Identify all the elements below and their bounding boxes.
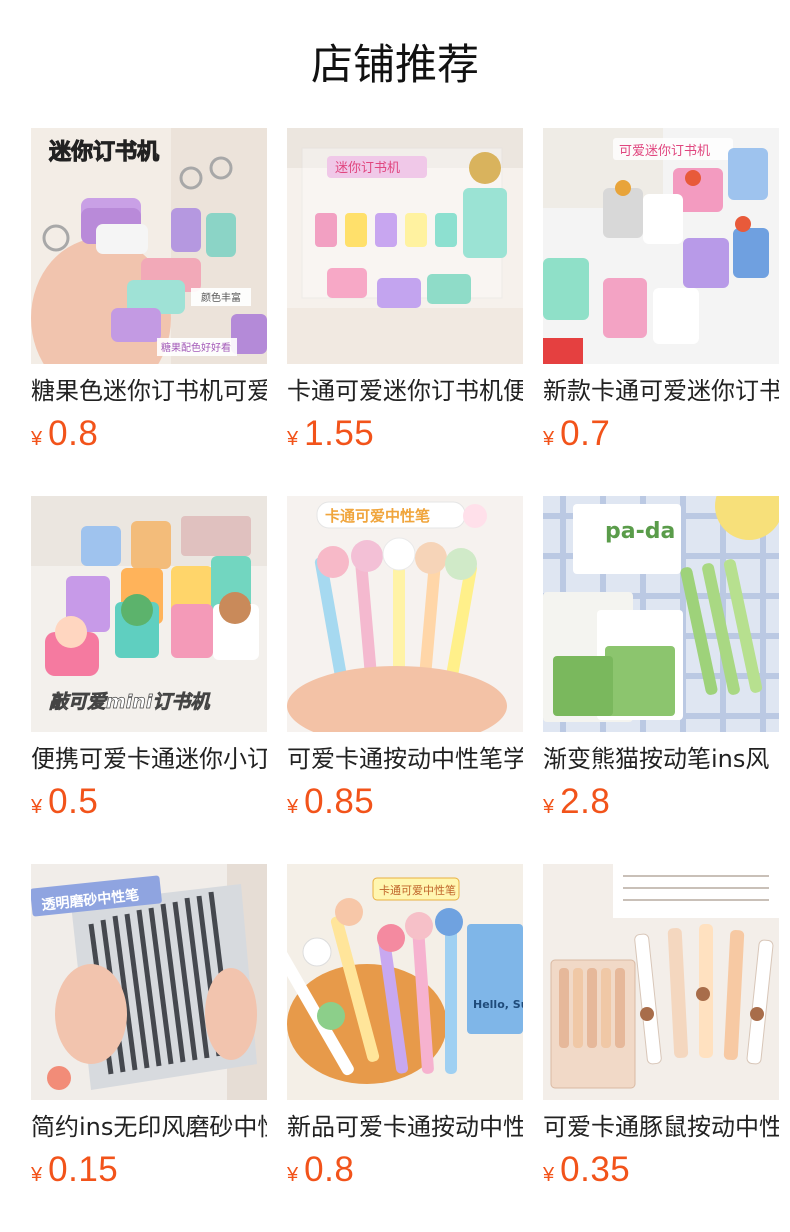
product-price: ¥0.5	[31, 782, 98, 826]
product-card[interactable]: 迷你订书机 卡通可爱迷你订书机便携 ¥1.55	[287, 128, 523, 458]
product-image[interactable]: 迷你订书机 颜色丰富 糖果配色好好看	[31, 128, 267, 364]
product-card[interactable]: 可爱卡通豚鼠按动中性笔 ¥0.35	[543, 864, 779, 1194]
svg-text:糖果配色好好看: 糖果配色好好看	[161, 341, 231, 354]
product-image[interactable]: 透明磨砂中性笔	[31, 864, 267, 1100]
product-image[interactable]	[543, 864, 779, 1100]
product-price: ¥0.7	[543, 414, 610, 458]
currency-symbol: ¥	[31, 428, 43, 450]
product-price: ¥0.85	[287, 782, 374, 826]
price-value: 0.35	[560, 1150, 631, 1189]
image-badge-text: 迷你订书机	[48, 140, 159, 165]
image-badge-text: 卡通可爱中性笔	[325, 507, 430, 525]
product-card[interactable]: Hello, Su 卡通可爱中性笔 新品可爱卡通按动中性笔 ¥0.8	[287, 864, 523, 1194]
product-image[interactable]: 可爱迷你订书机	[543, 128, 779, 364]
image-badge-text: 迷你订书机	[335, 161, 400, 176]
page-title: 店铺推荐	[310, 40, 479, 89]
product-name[interactable]: 新款卡通可爱迷你订书机	[543, 374, 779, 408]
product-card[interactable]: 敲可爱mini订书机 便携可爱卡通迷你小订书机 ¥0.5	[31, 496, 267, 826]
product-name[interactable]: 便携可爱卡通迷你小订书机	[31, 742, 267, 776]
product-card[interactable]: pa-da 渐变熊猫按动笔ins风 ¥2.8	[543, 496, 779, 826]
price-value: 0.85	[304, 782, 375, 821]
currency-symbol: ¥	[287, 1164, 299, 1186]
product-price: ¥1.55	[287, 414, 374, 458]
product-image[interactable]: 敲可爱mini订书机	[31, 496, 267, 732]
product-image[interactable]: pa-da	[543, 496, 779, 732]
product-card[interactable]: 卡通可爱中性笔 可爱卡通按动中性笔学生 ¥0.85	[287, 496, 523, 826]
product-price: ¥0.15	[31, 1150, 118, 1194]
product-price: ¥0.35	[543, 1150, 630, 1194]
product-name[interactable]: 卡通可爱迷你订书机便携	[287, 374, 523, 408]
price-value: 0.15	[48, 1150, 119, 1189]
price-value: 0.8	[304, 1150, 355, 1189]
product-card[interactable]: 可爱迷你订书机 新款卡通可爱迷你订书机 ¥0.7	[543, 128, 779, 458]
currency-symbol: ¥	[543, 1164, 555, 1186]
product-name[interactable]: 渐变熊猫按动笔ins风	[543, 742, 779, 776]
image-badge-text: 可爱迷你订书机	[619, 144, 710, 159]
currency-symbol: ¥	[543, 796, 555, 818]
product-card[interactable]: 透明磨砂中性笔 简约ins无印风磨砂中性笔 ¥0.15	[31, 864, 267, 1194]
currency-symbol: ¥	[287, 428, 299, 450]
image-badge-text: 敲可爱mini订书机	[49, 691, 211, 713]
image-badge-text: 卡通可爱中性笔	[379, 883, 456, 897]
product-image[interactable]: 卡通可爱中性笔	[287, 496, 523, 732]
price-value: 2.8	[560, 782, 611, 821]
product-image[interactable]: 迷你订书机	[287, 128, 523, 364]
product-image[interactable]: Hello, Su 卡通可爱中性笔	[287, 864, 523, 1100]
product-price: ¥0.8	[287, 1150, 354, 1194]
product-name[interactable]: 新品可爱卡通按动中性笔	[287, 1110, 523, 1144]
product-name[interactable]: 糖果色迷你订书机可爱	[31, 374, 267, 408]
price-value: 1.55	[304, 414, 375, 453]
currency-symbol: ¥	[287, 796, 299, 818]
svg-text:Hello, Su: Hello, Su	[473, 998, 523, 1011]
currency-symbol: ¥	[31, 1164, 43, 1186]
product-name[interactable]: 简约ins无印风磨砂中性笔	[31, 1110, 267, 1144]
currency-symbol: ¥	[543, 428, 555, 450]
currency-symbol: ¥	[31, 796, 43, 818]
product-name[interactable]: 可爱卡通按动中性笔学生	[287, 742, 523, 776]
product-name[interactable]: 可爱卡通豚鼠按动中性笔	[543, 1110, 779, 1144]
price-value: 0.8	[48, 414, 99, 453]
product-card[interactable]: 迷你订书机 颜色丰富 糖果配色好好看 糖果色迷你订书机可爱 ¥0.8	[31, 128, 267, 458]
image-badge-text: pa-da	[605, 519, 675, 544]
price-value: 0.7	[560, 414, 611, 453]
product-price: ¥2.8	[543, 782, 610, 826]
product-price: ¥0.8	[31, 414, 98, 458]
svg-text:颜色丰富: 颜色丰富	[201, 291, 241, 304]
price-value: 0.5	[48, 782, 99, 821]
